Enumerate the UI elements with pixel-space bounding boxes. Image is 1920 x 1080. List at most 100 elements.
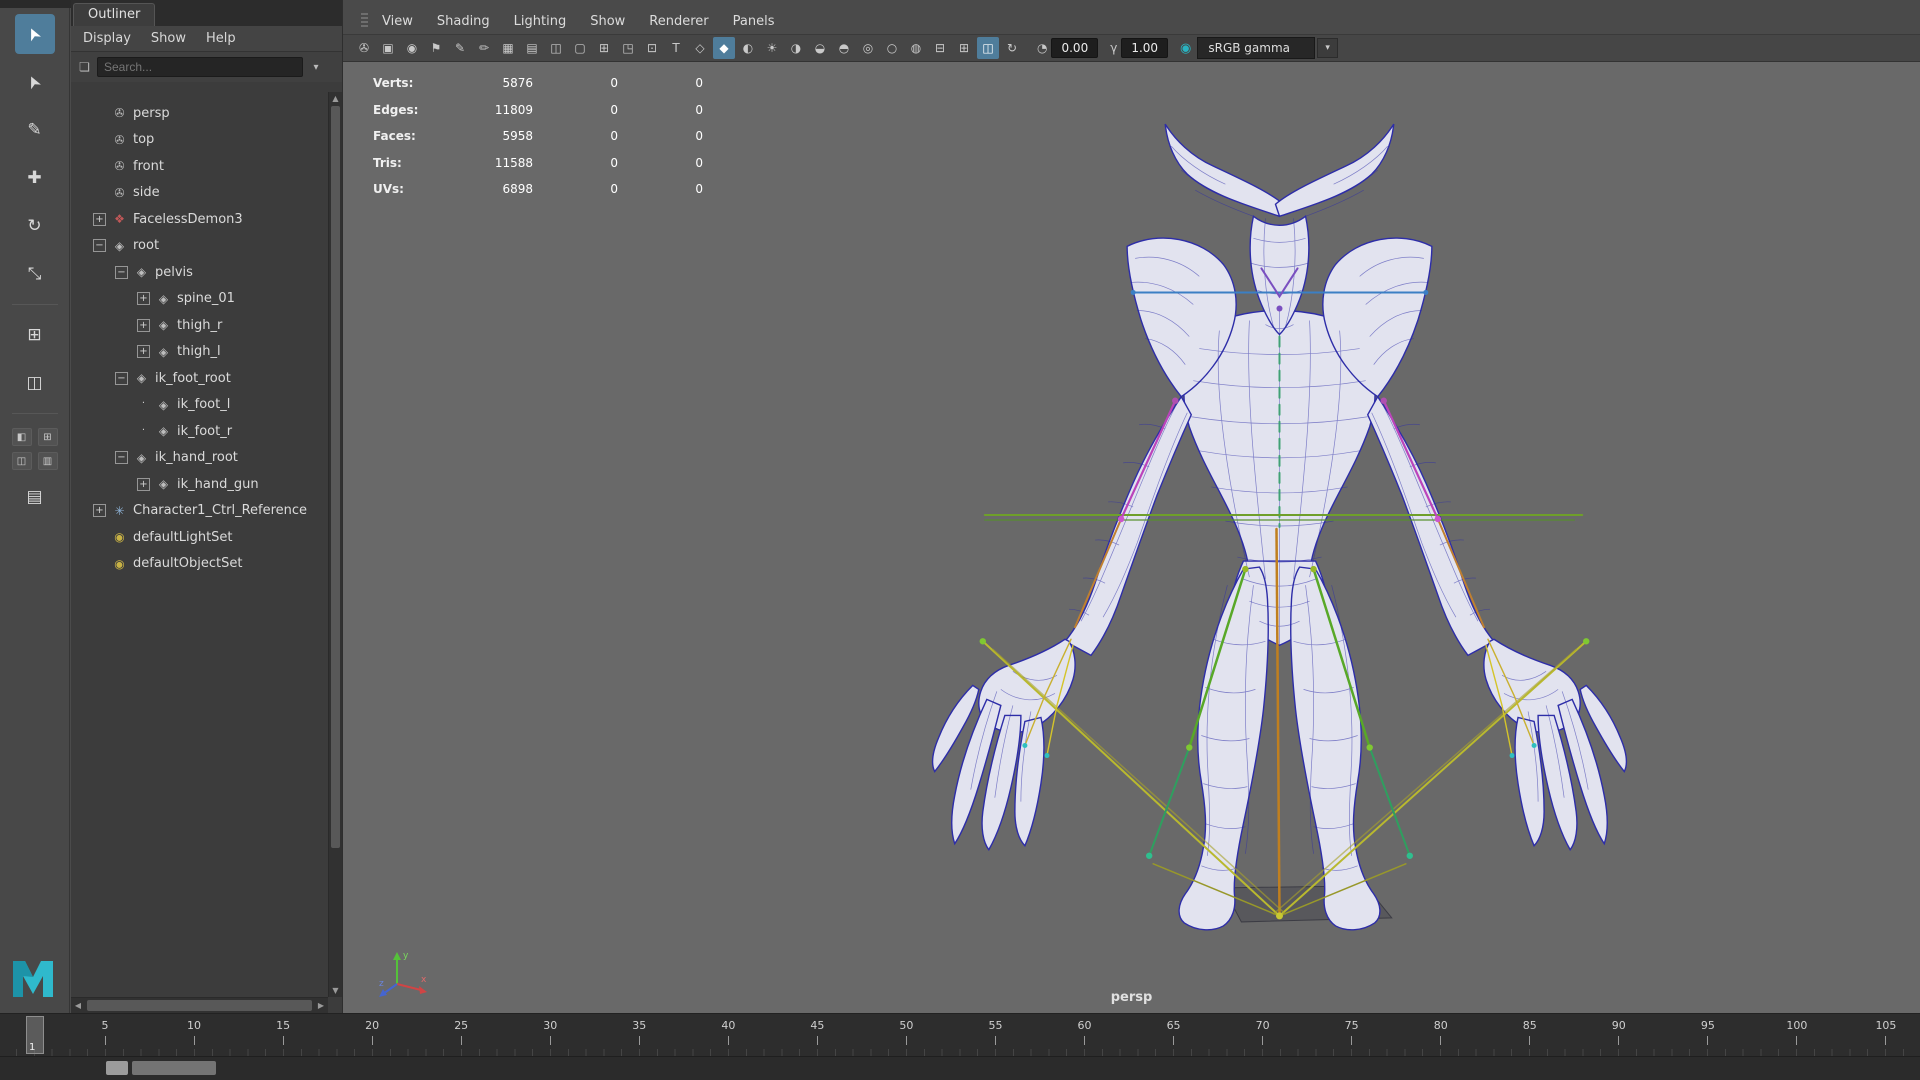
viewport-toolbar-icon[interactable]: ◆ (713, 37, 735, 59)
tree-item[interactable]: + ❖ FacelessDemon3 (71, 206, 328, 233)
viewport-toolbar-icon[interactable]: ▤ (521, 37, 543, 59)
viewport-toolbar-icon[interactable]: ▢ (569, 37, 591, 59)
outliner-horizontal-scrollbar[interactable]: ◀ ▶ (71, 997, 328, 1013)
tab-outliner[interactable]: Outliner (73, 3, 156, 26)
exposure-value[interactable]: 0.00 (1051, 38, 1099, 58)
expander-toggle[interactable]: · (137, 398, 150, 411)
viewport-toolbar-icon[interactable]: ↻ (1001, 37, 1023, 59)
viewport-toolbar-icon[interactable]: T (665, 37, 687, 59)
expander-toggle[interactable] (93, 557, 106, 570)
viewport-toolbar-icon[interactable]: ⊡ (641, 37, 663, 59)
search-input[interactable] (97, 57, 303, 77)
expander-toggle[interactable]: + (137, 477, 150, 491)
viewport-toolbar-icon[interactable]: ◎ (857, 37, 879, 59)
view-transform-chevron-icon[interactable]: ▾ (1317, 38, 1338, 58)
viewport-toolbar-icon[interactable]: ◫ (977, 37, 999, 59)
tree-item[interactable]: − ◈ pelvis (71, 259, 328, 286)
viewport-toolbar-icon[interactable]: ◇ (689, 37, 711, 59)
expander-toggle[interactable]: − (93, 239, 106, 253)
viewport-toolbar-icon[interactable]: ⊟ (929, 37, 951, 59)
viewport-toolbar-icon[interactable]: ⚑ (425, 37, 447, 59)
viewport-toolbar-icon[interactable]: ▣ (377, 37, 399, 59)
menu-show[interactable]: Show (590, 14, 625, 29)
outliner-menu-item[interactable]: Help (206, 31, 236, 46)
layout-shortcut-button[interactable]: ◧ (11, 428, 32, 446)
filter-icon[interactable]: ❏ (77, 60, 92, 75)
viewport-toolbar-icon[interactable]: ▦ (497, 37, 519, 59)
viewport-toolbar-icon[interactable]: ◍ (905, 37, 927, 59)
expander-toggle[interactable]: + (93, 212, 106, 226)
tree-item[interactable]: + ◈ ik_hand_gun (71, 471, 328, 498)
menu-renderer[interactable]: Renderer (649, 14, 708, 29)
tree-item[interactable]: + ◈ thigh_l (71, 339, 328, 366)
viewport-toolbar-icon[interactable]: ☀ (761, 37, 783, 59)
tree-item[interactable]: · ◈ ik_foot_l (71, 392, 328, 419)
search-options-chevron-icon[interactable]: ▾ (308, 62, 324, 73)
tool-button[interactable]: ✚ (15, 158, 55, 198)
tree-item[interactable]: − ◈ root (71, 233, 328, 260)
expander-toggle[interactable]: · (137, 425, 150, 438)
tree-item[interactable]: ◉ defaultLightSet (71, 524, 328, 551)
expander-toggle[interactable] (93, 107, 106, 120)
view-transform-value[interactable]: sRGB gamma (1197, 37, 1316, 59)
expander-toggle[interactable] (93, 160, 106, 173)
character-model-wireframe[interactable] (911, 98, 1656, 950)
scroll-down-icon[interactable]: ▼ (329, 984, 342, 997)
gamma-icon[interactable]: γ (1110, 41, 1117, 55)
expander-toggle[interactable] (93, 531, 106, 544)
tool-button[interactable]: ◫ (15, 363, 55, 403)
menu-view[interactable]: View (382, 14, 413, 29)
expander-toggle[interactable]: + (137, 292, 150, 306)
menu-panels[interactable]: Panels (733, 14, 775, 29)
tree-item[interactable]: ◉ defaultObjectSet (71, 551, 328, 578)
exposure-icon[interactable]: ◔ (1037, 41, 1047, 55)
expander-toggle[interactable]: + (93, 504, 106, 518)
expander-toggle[interactable]: + (137, 345, 150, 359)
panel-list-button[interactable]: ▤ (20, 484, 50, 510)
tree-item[interactable]: + ◈ thigh_r (71, 312, 328, 339)
horizontal-scroll-thumb[interactable] (87, 1000, 312, 1011)
layout-shortcut-button[interactable]: ⊞ (37, 428, 58, 446)
tree-item[interactable]: + ✳ Character1_Ctrl_Reference (71, 498, 328, 525)
expander-toggle[interactable]: − (115, 451, 128, 465)
viewport-toolbar-icon[interactable]: ○ (881, 37, 903, 59)
viewport-toolbar-icon[interactable]: ◫ (545, 37, 567, 59)
scroll-left-icon[interactable]: ◀ (71, 998, 85, 1013)
viewport-toolbar-icon[interactable]: ◉ (401, 37, 423, 59)
tree-item[interactable]: ✇ side (71, 180, 328, 207)
tool-button[interactable]: ➤ (14, 14, 55, 54)
tool-button[interactable]: ✎ (15, 110, 55, 150)
vertical-scroll-thumb[interactable] (331, 106, 340, 849)
gamma-value[interactable]: 1.00 (1121, 38, 1169, 58)
viewport-toolbar-icon[interactable]: ◳ (617, 37, 639, 59)
tool-button[interactable]: ⊞ (15, 315, 55, 355)
viewport-toolbar-icon[interactable]: ⊞ (953, 37, 975, 59)
scroll-right-icon[interactable]: ▶ (314, 998, 328, 1013)
viewport-toolbar-icon[interactable]: ◓ (833, 37, 855, 59)
time-slider[interactable]: 5 10 15 20 25 30 35 40 45 50 55 60 65 70… (0, 1013, 1920, 1056)
scroll-up-icon[interactable]: ▲ (329, 92, 342, 105)
outliner-vertical-scrollbar[interactable]: ▲ ▼ (328, 92, 342, 997)
viewport-toolbar-icon[interactable]: ✎ (449, 37, 471, 59)
color-management-icon[interactable]: ◉ (1180, 41, 1191, 56)
viewport-toolbar-icon[interactable]: ◒ (809, 37, 831, 59)
expander-toggle[interactable]: − (115, 371, 128, 385)
tool-button[interactable]: ⤡ (15, 254, 55, 294)
tool-button[interactable]: ➤ (15, 62, 55, 102)
panel-grip-icon[interactable] (361, 13, 368, 29)
viewport-toolbar-icon[interactable]: ✏ (473, 37, 495, 59)
expander-toggle[interactable] (93, 186, 106, 199)
tree-item[interactable]: − ◈ ik_hand_root (71, 445, 328, 472)
expander-toggle[interactable]: + (137, 318, 150, 332)
tree-item[interactable]: + ◈ spine_01 (71, 286, 328, 313)
tree-item[interactable]: − ◈ ik_foot_root (71, 365, 328, 392)
range-start-handle[interactable] (106, 1061, 128, 1075)
outliner-menu-item[interactable]: Display (83, 31, 131, 46)
viewport-canvas[interactable]: Verts: 5876 0 0 Edges: 11809 0 0 Faces: (343, 62, 1920, 1013)
tree-item[interactable]: ✇ persp (71, 100, 328, 127)
expander-toggle[interactable]: − (115, 265, 128, 279)
menu-lighting[interactable]: Lighting (514, 14, 567, 29)
layout-shortcut-button[interactable]: ◫ (11, 452, 32, 470)
tree-item[interactable]: · ◈ ik_foot_r (71, 418, 328, 445)
layout-shortcut-button[interactable]: ▥ (37, 452, 58, 470)
